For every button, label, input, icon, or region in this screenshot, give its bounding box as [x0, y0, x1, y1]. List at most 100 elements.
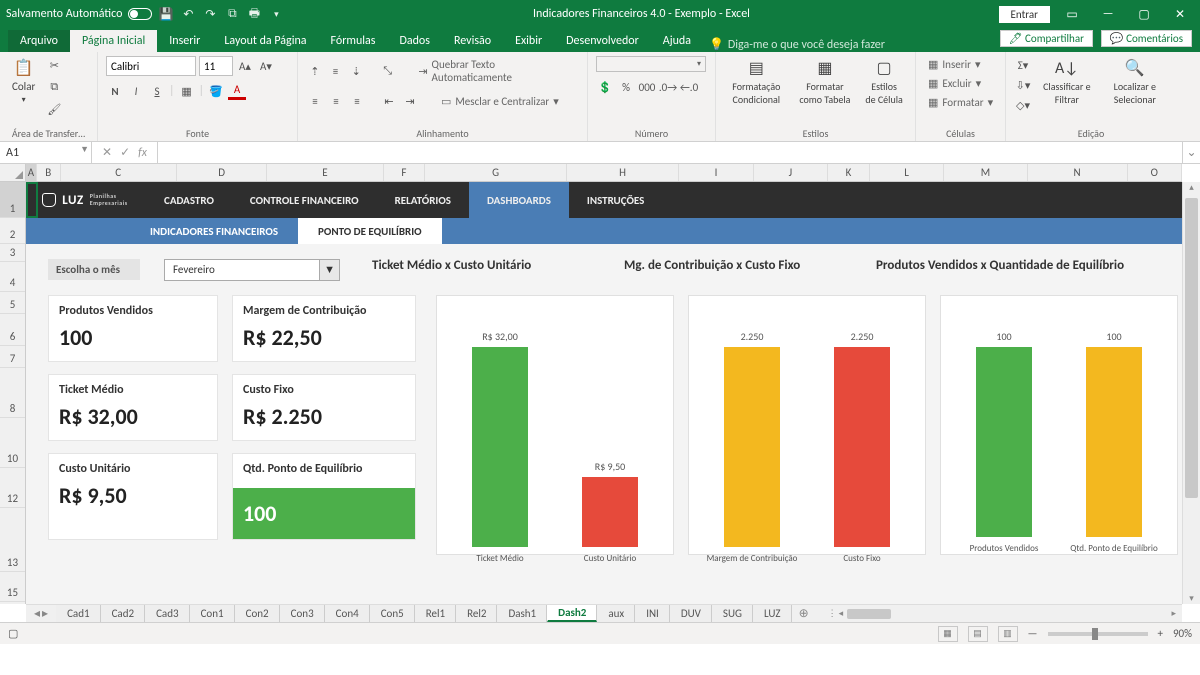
qat-customize-icon[interactable]: ▾ [268, 6, 284, 22]
orientation-icon[interactable]: ⤡ [379, 62, 397, 80]
row-header[interactable]: 4 [0, 262, 25, 292]
dashboard-nav-item[interactable]: CONTROLE FINANCEIRO [232, 182, 377, 218]
ribbon-tab[interactable]: Revisão [442, 30, 503, 52]
increase-indent-icon[interactable]: ⇥ [401, 92, 419, 110]
dashboard-nav-item[interactable]: DASHBOARDS [469, 182, 569, 218]
enter-formula-icon[interactable]: ✓ [120, 145, 130, 160]
ribbon-tab[interactable]: Ajuda [651, 30, 703, 52]
sheet-tab[interactable]: Rel1 [415, 605, 456, 622]
cell-styles-button[interactable]: ▢Estilos de Célula [861, 56, 907, 108]
align-bottom-icon[interactable]: ⇣ [347, 62, 365, 80]
ribbon-tab[interactable]: Desenvolvedor [554, 30, 651, 52]
formula-input[interactable] [158, 142, 1182, 163]
align-middle-icon[interactable]: ≡ [327, 62, 345, 80]
column-header[interactable]: L [870, 164, 944, 181]
column-header[interactable]: F [384, 164, 426, 181]
column-header[interactable]: K [828, 164, 870, 181]
insert-cells-button[interactable]: ▦ Inserir ▾ [924, 56, 984, 73]
increase-decimal-icon[interactable]: .0→ [659, 78, 677, 96]
scroll-thumb[interactable] [1185, 198, 1198, 498]
column-header[interactable]: B [37, 164, 61, 181]
row-header[interactable]: 5 [0, 292, 25, 314]
sheet-tab[interactable]: LUZ [753, 605, 792, 622]
row-headers[interactable]: 1234567810121315 [0, 182, 26, 604]
print-preview-icon[interactable]: 🖶 [246, 6, 262, 22]
decrease-indent-icon[interactable]: ⇤ [380, 92, 398, 110]
italic-icon[interactable]: I [127, 82, 145, 100]
row-header[interactable]: 3 [0, 244, 25, 262]
macro-record-icon[interactable]: ▢ [8, 627, 18, 640]
format-painter-icon[interactable]: 🖌 [45, 100, 63, 118]
sheet-tab[interactable]: aux [597, 605, 635, 622]
autosave-toggle[interactable] [128, 8, 152, 20]
bold-icon[interactable]: N [106, 82, 124, 100]
horizontal-scrollbar[interactable]: ⋮ ◂ ▸ [816, 605, 1182, 622]
sheet-nav-next-icon[interactable]: ▸ [42, 606, 48, 621]
increase-font-icon[interactable]: A▴ [236, 57, 254, 75]
name-box[interactable]: A1 ▼ [0, 142, 92, 163]
decrease-decimal-icon[interactable]: ←.0 [680, 78, 698, 96]
percent-icon[interactable]: % [617, 78, 635, 96]
align-right-icon[interactable]: ≡ [348, 92, 366, 110]
fx-icon[interactable]: fx [138, 146, 147, 160]
font-color-icon[interactable]: A [228, 82, 246, 100]
format-cells-button[interactable]: ▦ Formatar ▾ [924, 94, 997, 111]
wrap-text-button[interactable]: ⇥ Quebrar Texto Automaticamente [414, 56, 579, 86]
share-button[interactable]: 🖊 Compartilhar [1000, 30, 1093, 47]
hscroll-thumb[interactable] [847, 609, 891, 619]
conditional-formatting-button[interactable]: ▤Formatação Condicional [724, 56, 789, 108]
page-layout-view-icon[interactable]: ▤ [968, 626, 988, 642]
decrease-font-icon[interactable]: A▾ [257, 57, 275, 75]
cut-icon[interactable]: ✂ [45, 56, 63, 74]
number-format-select[interactable]: ▾ [596, 56, 706, 72]
chevron-down-icon[interactable]: ▼ [319, 260, 339, 280]
sheet-tab[interactable]: Cad1 [56, 605, 101, 622]
paste-button[interactable]: 📋 Colar ▾ [8, 56, 39, 107]
cancel-formula-icon[interactable]: ✕ [102, 145, 112, 160]
ribbon-display-icon[interactable]: ▭ [1058, 4, 1086, 24]
font-name-input[interactable] [106, 56, 196, 76]
delete-cells-button[interactable]: ▦ Excluir ▾ [924, 75, 985, 92]
row-header[interactable]: 7 [0, 346, 25, 368]
comments-button[interactable]: 💬 Comentários [1101, 30, 1192, 47]
sheet-tab[interactable]: Cad2 [101, 605, 146, 622]
vertical-scrollbar[interactable]: ▴ ▾ [1182, 182, 1200, 604]
font-size-input[interactable] [199, 56, 233, 76]
minimize-icon[interactable]: — [1094, 4, 1122, 24]
page-break-view-icon[interactable]: ▥ [998, 626, 1018, 642]
column-header[interactable]: N [1028, 164, 1128, 181]
row-header[interactable]: 12 [0, 468, 25, 508]
sheet-nav-prev-icon[interactable]: ◂ [34, 606, 40, 621]
column-header[interactable]: D [177, 164, 268, 181]
align-top-icon[interactable]: ⇡ [306, 62, 324, 80]
row-header[interactable]: 6 [0, 314, 25, 346]
chevron-down-icon[interactable]: ▼ [80, 144, 89, 155]
comma-icon[interactable]: 000 [638, 78, 656, 96]
dashboard-nav-item[interactable]: RELATÓRIOS [377, 182, 469, 218]
sheet-tab[interactable]: Con1 [190, 605, 235, 622]
currency-icon[interactable]: 💲 [596, 78, 614, 96]
ribbon-tab[interactable]: Dados [387, 30, 441, 52]
column-header[interactable]: J [754, 164, 828, 181]
underline-icon[interactable]: S [148, 82, 166, 100]
clear-icon[interactable]: ◇▾ [1014, 96, 1032, 114]
column-header[interactable]: G [425, 164, 566, 181]
sheet-tab[interactable]: Con3 [280, 605, 325, 622]
copy-icon[interactable]: ⧉ [45, 78, 63, 96]
ribbon-tab[interactable]: Página Inicial [70, 30, 157, 52]
redo-icon[interactable]: ↷ [202, 6, 218, 22]
autosum-icon[interactable]: Σ▾ [1014, 56, 1032, 74]
touch-mode-icon[interactable]: ⧉ [224, 6, 240, 22]
column-header[interactable]: C [61, 164, 177, 181]
ribbon-tab[interactable]: Layout da Página [212, 30, 318, 52]
column-header[interactable]: O [1128, 164, 1182, 181]
column-header[interactable]: E [267, 164, 383, 181]
row-header[interactable]: 2 [0, 218, 25, 244]
dashboard-subnav-item[interactable]: INDICADORES FINANCEIROS [130, 218, 298, 244]
find-select-button[interactable]: 🔍Localizar e Selecionar [1102, 56, 1168, 108]
format-as-table-button[interactable]: ▦Formatar como Tabela [795, 56, 856, 108]
file-tab[interactable]: Arquivo [8, 30, 70, 52]
sheet-canvas[interactable]: LUZ Planilhas Empresariais CADASTROCONTR… [26, 182, 1182, 604]
undo-icon[interactable]: ↶ [180, 6, 196, 22]
select-all-corner[interactable] [0, 164, 26, 182]
